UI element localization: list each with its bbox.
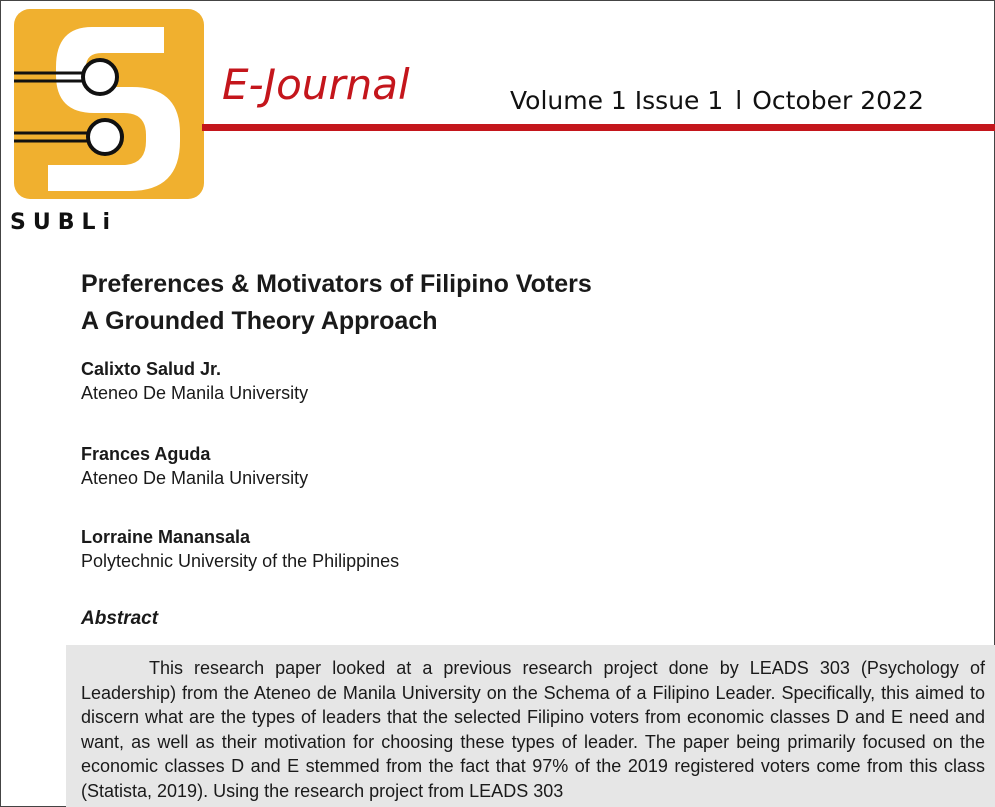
abstract-text: This research paper looked at a previous…: [81, 658, 985, 801]
paper-title-line2: A Grounded Theory Approach: [81, 307, 438, 335]
author-name: Calixto Salud Jr.: [81, 359, 222, 379]
volume-issue-date: Volume 1 Issue 1 l October 2022: [510, 88, 924, 113]
author-affiliation: Ateneo De Manila University: [81, 383, 309, 403]
logo-wordmark: SUBLi: [10, 210, 118, 235]
volume-separator: l: [735, 86, 743, 115]
issue-date: October 2022: [752, 86, 924, 115]
subli-s-mark: [14, 27, 180, 191]
subli-logo-icon: [14, 9, 204, 199]
abstract-heading: Abstract: [81, 608, 159, 629]
paper-title: Preferences & Motivators of Filipino Vot…: [81, 266, 592, 340]
journal-name: E-Journal: [222, 60, 410, 109]
header-rule: [202, 124, 995, 131]
volume-issue: Volume 1 Issue 1: [510, 86, 724, 115]
author-affiliation: Ateneo De Manila University: [81, 468, 309, 488]
author-name: Lorraine Manansala: [81, 527, 251, 547]
author-affiliation: Polytechnic University of the Philippine…: [81, 551, 400, 571]
author-name: Frances Aguda: [81, 444, 211, 464]
paper-title-line1: Preferences & Motivators of Filipino Vot…: [81, 270, 592, 298]
